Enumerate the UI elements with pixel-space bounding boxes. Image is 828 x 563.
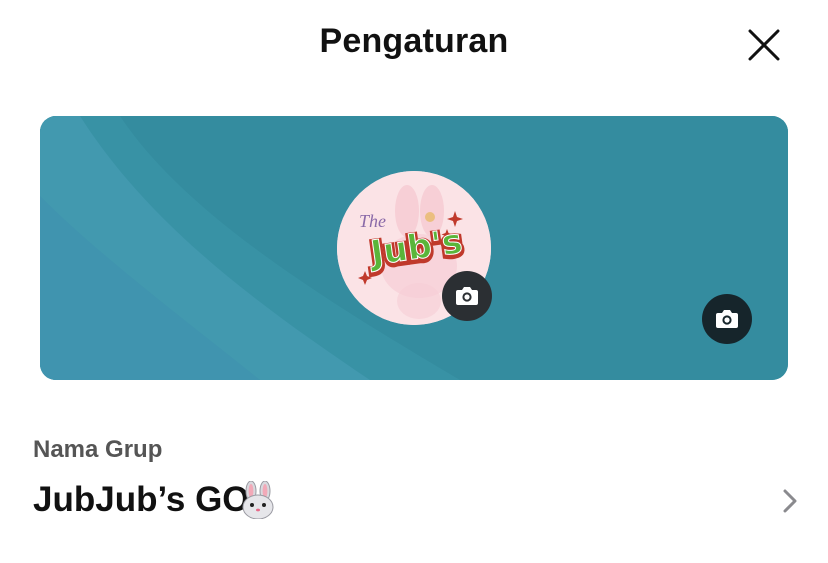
group-name-row[interactable]: JubJub’s GO bbox=[0, 470, 828, 532]
group-name-label: Nama Grup bbox=[33, 436, 163, 463]
header: Pengaturan bbox=[0, 0, 828, 90]
group-name-value: JubJub’s GO bbox=[33, 480, 250, 519]
close-button[interactable] bbox=[744, 26, 784, 66]
change-cover-button[interactable] bbox=[702, 294, 752, 344]
camera-icon bbox=[716, 310, 738, 328]
camera-icon bbox=[456, 287, 478, 305]
close-icon bbox=[748, 29, 780, 61]
change-avatar-button[interactable] bbox=[442, 271, 492, 321]
chevron-right-icon bbox=[783, 489, 797, 513]
page-title: Pengaturan bbox=[319, 22, 509, 60]
rabbit-face-icon bbox=[242, 481, 274, 519]
cover-image[interactable]: The Jub's Jub's bbox=[40, 116, 788, 380]
logo-text-the: The bbox=[359, 211, 386, 231]
